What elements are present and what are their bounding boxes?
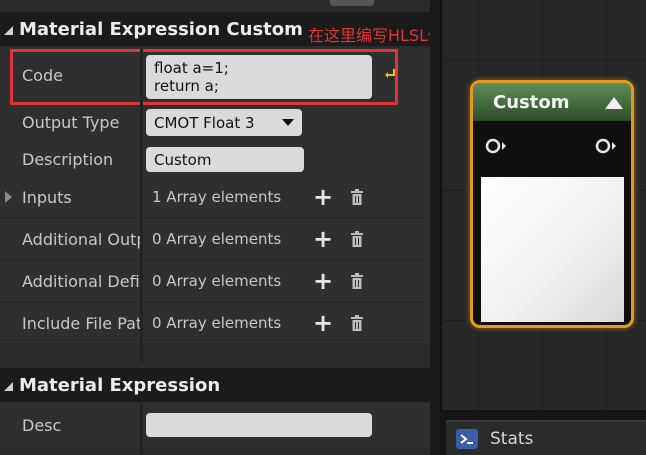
custom-node[interactable]: Custom [470, 80, 634, 328]
category-title: Material Expression Custom [19, 18, 303, 40]
delete-trash-icon[interactable] [350, 231, 364, 247]
column-splitter[interactable] [140, 404, 143, 455]
output-type-row: Output Type CMOT Float 3 [0, 105, 430, 141]
delete-trash-icon[interactable] [350, 273, 364, 289]
input-pin-icon[interactable] [485, 137, 509, 155]
details-panel: Material Expression Custom 在这里编写HLSL代码 C… [0, 0, 460, 455]
node-preview [481, 177, 624, 322]
additional-defines-value: 0 Array elements [152, 272, 282, 290]
add-element-plus-icon[interactable]: + [313, 269, 333, 293]
output-pin-icon[interactable] [595, 137, 619, 155]
output-type-value: CMOT Float 3 [154, 113, 255, 132]
details-scrollbar[interactable] [430, 0, 440, 455]
description-value: Custom [154, 150, 212, 169]
collapse-preview-triangle-icon[interactable] [605, 97, 623, 109]
desc-input[interactable] [146, 413, 372, 437]
category-material-expression[interactable]: Material Expression [0, 368, 430, 402]
additional-outputs-row: Additional Outputs 0 Array elements + [0, 219, 430, 259]
add-element-plus-icon[interactable]: + [313, 227, 333, 251]
description-row: Description Custom [0, 141, 430, 177]
include-file-paths-value: 0 Array elements [152, 314, 282, 332]
add-element-plus-icon[interactable]: + [313, 185, 333, 209]
additional-defines-label: Additional Defines [22, 272, 140, 291]
output-type-label: Output Type [22, 113, 120, 132]
inputs-value: 1 Array elements [152, 188, 282, 206]
collapse-arrow-icon[interactable] [4, 25, 13, 35]
delete-trash-icon[interactable] [350, 315, 364, 331]
stats-icon [456, 428, 478, 449]
additional-outputs-value: 0 Array elements [152, 230, 282, 248]
stats-label: Stats [490, 428, 534, 449]
output-type-dropdown[interactable]: CMOT Float 3 [146, 109, 302, 136]
delete-trash-icon[interactable] [350, 189, 364, 205]
inputs-label: Inputs [22, 188, 72, 207]
include-file-paths-label: Include File Paths [22, 314, 140, 333]
column-splitter[interactable] [140, 48, 143, 363]
top-scroll-stub[interactable] [330, 0, 374, 6]
additional-defines-row: Additional Defines 0 Array elements + [0, 261, 430, 301]
desc-label: Desc [22, 416, 62, 435]
grid-line [442, 60, 646, 61]
desc-row: Desc [0, 404, 430, 448]
collapse-arrow-icon[interactable] [4, 381, 13, 391]
inputs-row: Inputs 1 Array elements + [0, 177, 430, 217]
category-title: Material Expression [19, 374, 221, 396]
node-title: Custom [493, 91, 570, 113]
include-file-paths-row: Include File Paths 0 Array elements + [0, 303, 430, 343]
description-input[interactable]: Custom [146, 147, 304, 172]
code-highlight-box [10, 49, 398, 105]
expand-arrow-icon[interactable] [5, 191, 12, 203]
additional-outputs-label: Additional Outputs [22, 230, 140, 249]
dropdown-arrow-icon [282, 119, 294, 126]
add-element-plus-icon[interactable]: + [313, 311, 333, 335]
description-label: Description [22, 150, 114, 169]
stats-tab[interactable]: Stats [446, 420, 646, 455]
